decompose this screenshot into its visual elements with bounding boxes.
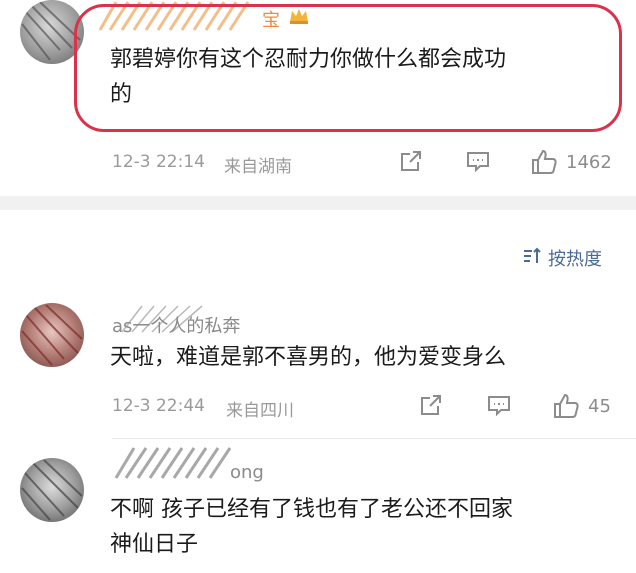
avatar[interactable] bbox=[20, 458, 84, 522]
share-icon bbox=[398, 148, 424, 174]
comment-text-line: 郭碧婷你有这个忍耐力你做什么都会成功 bbox=[110, 47, 507, 72]
avatar[interactable] bbox=[20, 303, 84, 367]
crown-badge-icon bbox=[288, 6, 310, 26]
redacted-username-scribble bbox=[98, 1, 250, 31]
comment-icon bbox=[486, 392, 512, 418]
avatar[interactable] bbox=[20, 0, 84, 64]
comment-icon bbox=[465, 148, 491, 174]
thumbs-up-icon bbox=[530, 148, 558, 176]
comment-text-line: 不啊 孩子已经有了钱也有了老公还不回家 bbox=[110, 497, 513, 522]
like-button[interactable]: 45 bbox=[552, 392, 611, 420]
comment-source: 来自四川 bbox=[226, 401, 294, 421]
avatar-scribble bbox=[21, 1, 81, 61]
section-separator bbox=[0, 196, 636, 210]
thumbs-up-icon bbox=[552, 392, 580, 420]
avatar-scribble bbox=[21, 304, 83, 366]
avatar-scribble bbox=[21, 459, 83, 521]
comment-date: 12-3 22:44 bbox=[112, 396, 205, 416]
reply-button[interactable] bbox=[465, 148, 491, 174]
sort-by-hot-button[interactable]: 按热度 bbox=[522, 245, 602, 271]
comment-text-line: 的 bbox=[110, 82, 133, 107]
comment-text: 天啦，难道是郭不喜男的，他为爱变身么 bbox=[110, 345, 507, 370]
redacted-username-scribble bbox=[121, 305, 203, 333]
comment-date: 12-3 22:14 bbox=[112, 152, 205, 172]
comment-text: 不啊 孩子已经有了钱也有了老公还不回家 神仙日子 bbox=[110, 492, 610, 562]
sort-icon bbox=[522, 246, 542, 271]
comment-text-line: 神仙日子 bbox=[110, 532, 199, 557]
reply-button[interactable] bbox=[486, 392, 512, 418]
comment-source: 来自湖南 bbox=[224, 157, 292, 177]
comment-divider bbox=[112, 438, 636, 439]
share-button[interactable] bbox=[418, 392, 444, 418]
like-count: 1462 bbox=[566, 151, 612, 173]
sort-label: 按热度 bbox=[548, 249, 602, 270]
like-count: 45 bbox=[588, 395, 611, 417]
comment-username[interactable]: ong bbox=[230, 462, 264, 483]
comment-text: 郭碧婷你有这个忍耐力你做什么都会成功 的 bbox=[110, 42, 610, 112]
comment-username[interactable]: 宝 bbox=[262, 6, 280, 32]
share-icon bbox=[418, 392, 444, 418]
share-button[interactable] bbox=[398, 148, 424, 174]
like-button[interactable]: 1462 bbox=[530, 148, 612, 176]
